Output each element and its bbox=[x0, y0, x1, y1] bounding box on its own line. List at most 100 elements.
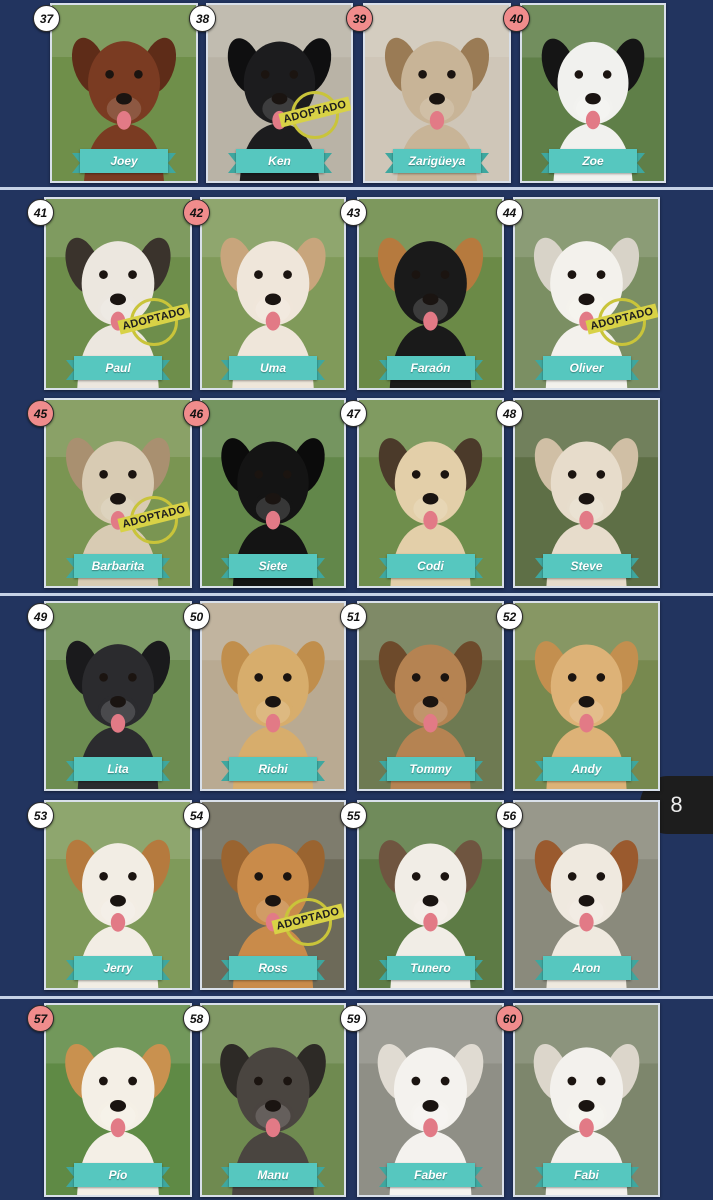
ribbon-tail-right bbox=[162, 1167, 170, 1187]
dog-card[interactable]: Andy bbox=[513, 601, 660, 791]
adopted-stamp: ADOPTADO bbox=[271, 894, 344, 958]
ribbon-tail-right bbox=[630, 761, 639, 781]
ribbon-tail-right bbox=[162, 360, 170, 380]
dog-name: Fabi bbox=[574, 1168, 599, 1182]
dog-card[interactable]: Fabi bbox=[513, 1003, 660, 1197]
dog-number-badge: 41 bbox=[27, 199, 54, 226]
dog-name: Siete bbox=[258, 559, 288, 573]
section-divider bbox=[0, 996, 713, 999]
ribbon-tail-left bbox=[534, 1167, 543, 1187]
ribbon-tail-left bbox=[221, 558, 229, 578]
ribbon-tail-right bbox=[474, 558, 483, 578]
name-ribbon: Faraón bbox=[378, 356, 483, 380]
ribbon-tail-right bbox=[630, 360, 639, 380]
name-ribbon: Tunero bbox=[378, 956, 483, 980]
dog-card[interactable]: Codi bbox=[357, 398, 504, 588]
dog-card[interactable]: Richi bbox=[200, 601, 346, 791]
dog-number-badge: 44 bbox=[496, 199, 523, 226]
dog-card[interactable]: Tommy bbox=[357, 601, 504, 791]
ribbon-tail-right bbox=[481, 153, 489, 173]
dog-card[interactable]: Tunero bbox=[357, 800, 504, 990]
ribbon-tail-right bbox=[317, 558, 325, 578]
dog-name: Paul bbox=[105, 361, 131, 375]
dog-name: Zarigüeya bbox=[408, 154, 466, 168]
name-ribbon: Pío bbox=[66, 1163, 170, 1187]
dog-card[interactable]: Faber bbox=[357, 1003, 504, 1197]
dog-number-badge: 57 bbox=[27, 1005, 54, 1032]
ribbon-tail-left bbox=[227, 153, 236, 173]
dog-card[interactable]: ADOPTADO Ross bbox=[200, 800, 346, 990]
dog-number-badge: 54 bbox=[183, 802, 210, 829]
ribbon-tail-left bbox=[534, 360, 543, 380]
dog-card[interactable]: Aron bbox=[513, 800, 660, 990]
dog-name: Uma bbox=[259, 361, 286, 375]
dog-card[interactable]: Faraón bbox=[357, 197, 504, 390]
dog-name: Manu bbox=[257, 1168, 289, 1182]
dog-number-badge: 58 bbox=[183, 1005, 210, 1032]
ribbon-tail-right bbox=[317, 360, 325, 380]
ribbon-tail-left bbox=[378, 1167, 387, 1187]
dog-card[interactable]: ADOPTADO Paul bbox=[44, 197, 192, 390]
ribbon-tail-left bbox=[221, 960, 229, 980]
name-ribbon: Paul bbox=[66, 356, 170, 380]
ribbon-tail-right bbox=[317, 960, 325, 980]
dog-card[interactable]: Lita bbox=[44, 601, 192, 791]
dog-card[interactable]: Steve bbox=[513, 398, 660, 588]
ribbon-tail-right bbox=[637, 153, 645, 173]
dog-name: Andy bbox=[571, 762, 602, 776]
dog-card[interactable]: Pío bbox=[44, 1003, 192, 1197]
ribbon-tail-left bbox=[66, 360, 74, 380]
ribbon-tail-right bbox=[630, 1167, 639, 1187]
ribbon-tail-left bbox=[378, 960, 387, 980]
dog-number-badge: 55 bbox=[340, 802, 367, 829]
ribbon-tail-left bbox=[66, 960, 74, 980]
dog-card[interactable]: Zarigüeya bbox=[363, 3, 511, 183]
dog-card[interactable]: Uma bbox=[200, 197, 346, 390]
name-ribbon: Lita bbox=[66, 757, 170, 781]
dog-number-badge: 42 bbox=[183, 199, 210, 226]
ribbon-tail-left bbox=[72, 153, 80, 173]
dog-name: Pío bbox=[108, 1168, 128, 1182]
dog-card[interactable]: Zoe bbox=[520, 3, 666, 183]
dog-number-badge: 48 bbox=[496, 400, 523, 427]
name-ribbon: Zarigüeya bbox=[385, 149, 489, 173]
dog-number-badge: 59 bbox=[340, 1005, 367, 1032]
dog-name: Steve bbox=[570, 559, 603, 573]
dog-number-badge: 37 bbox=[33, 5, 60, 32]
dog-card[interactable]: ADOPTADO Ken bbox=[206, 3, 353, 183]
dog-card[interactable]: Manu bbox=[200, 1003, 346, 1197]
name-ribbon: Codi bbox=[378, 554, 483, 578]
dog-card[interactable]: Jerry bbox=[44, 800, 192, 990]
ribbon-tail-left bbox=[385, 153, 393, 173]
dog-number-badge: 39 bbox=[346, 5, 373, 32]
section-divider bbox=[0, 187, 713, 190]
adopted-stamp: ADOPTADO bbox=[117, 492, 190, 556]
name-ribbon: Jerry bbox=[66, 956, 170, 980]
ribbon-tail-right bbox=[474, 360, 483, 380]
dog-number-badge: 60 bbox=[496, 1005, 523, 1032]
dog-number-badge: 45 bbox=[27, 400, 54, 427]
name-ribbon: Ross bbox=[221, 956, 325, 980]
dog-name: Aron bbox=[572, 961, 601, 975]
name-ribbon: Uma bbox=[221, 356, 325, 380]
dog-name: Tommy bbox=[409, 762, 452, 776]
dog-name: Ken bbox=[268, 154, 291, 168]
dog-name: Faber bbox=[414, 1168, 447, 1182]
dog-card[interactable]: ADOPTADO Oliver bbox=[513, 197, 660, 390]
name-ribbon: Steve bbox=[534, 554, 639, 578]
ribbon-tail-right bbox=[474, 1167, 483, 1187]
ribbon-tail-left bbox=[534, 558, 543, 578]
ribbon-tail-right bbox=[317, 761, 325, 781]
ribbon-tail-left bbox=[378, 761, 387, 781]
dog-name: Faraón bbox=[410, 361, 451, 375]
ribbon-tail-right bbox=[168, 153, 176, 173]
name-ribbon: Fabi bbox=[534, 1163, 639, 1187]
name-ribbon: Joey bbox=[72, 149, 176, 173]
adopted-stamp: ADOPTADO bbox=[278, 87, 351, 151]
dog-card[interactable]: Siete bbox=[200, 398, 346, 588]
ribbon-tail-left bbox=[378, 558, 387, 578]
dog-card[interactable]: Joey bbox=[50, 3, 198, 183]
dog-card[interactable]: ADOPTADO Barbarita bbox=[44, 398, 192, 588]
ribbon-tail-right bbox=[323, 153, 332, 173]
name-ribbon: Oliver bbox=[534, 356, 639, 380]
